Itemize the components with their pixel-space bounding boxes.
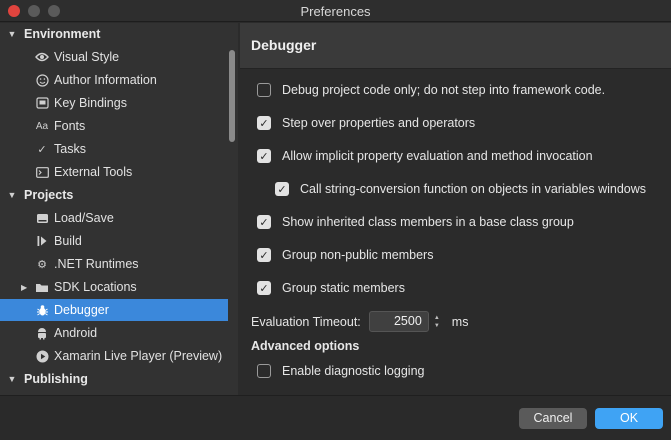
- play-icon: [34, 348, 50, 364]
- dialog-footer: Cancel OK: [0, 395, 671, 440]
- category-label: Environment: [24, 27, 101, 41]
- sidebar-item-label: SDK Locations: [54, 280, 137, 294]
- sidebar-item-label: Fonts: [54, 119, 86, 133]
- category-publishing[interactable]: ▼ Publishing: [0, 368, 228, 390]
- checkbox[interactable]: ✓: [257, 281, 271, 295]
- android-icon: [34, 325, 50, 341]
- category-environment[interactable]: ▼ Environment: [0, 23, 228, 45]
- checkbox[interactable]: [257, 83, 271, 97]
- sidebar-item-load-save[interactable]: Load/Save: [0, 207, 228, 229]
- stepper-down-icon[interactable]: ▼: [434, 322, 440, 330]
- sidebar-item-key-bindings[interactable]: Key Bindings: [0, 92, 228, 114]
- cancel-button[interactable]: Cancel: [519, 408, 587, 429]
- option-label: Group static members: [282, 281, 405, 295]
- checkbox[interactable]: ✓: [275, 182, 289, 196]
- build-icon: [34, 233, 50, 249]
- disclosure-expanded-icon[interactable]: ▼: [0, 29, 24, 39]
- disclosure-expanded-icon[interactable]: ▼: [0, 374, 24, 384]
- option-debug-project-code-only[interactable]: Debug project code only; do not step int…: [257, 83, 605, 97]
- option-show-inherited-members[interactable]: ✓ Show inherited class members in a base…: [257, 215, 574, 229]
- bug-icon: [34, 302, 50, 318]
- option-label: Call string-conversion function on objec…: [300, 182, 647, 196]
- checkbox[interactable]: [257, 364, 271, 378]
- debugger-panel: Debugger Debug project code only; do not…: [240, 23, 671, 395]
- checkbox[interactable]: ✓: [257, 116, 271, 130]
- fonts-icon: Aa: [35, 120, 49, 132]
- sidebar-item-external-tools[interactable]: External Tools: [0, 161, 228, 183]
- sidebar-item-sdk-locations[interactable]: ▶ SDK Locations: [0, 276, 228, 298]
- option-label: Allow implicit property evaluation and m…: [282, 149, 593, 163]
- stepper-up-icon[interactable]: ▲: [434, 314, 440, 322]
- sidebar-item-label: Author Information: [54, 73, 157, 87]
- eye-icon: [34, 49, 50, 65]
- sidebar-item-xamarin-live-player[interactable]: Xamarin Live Player (Preview): [0, 345, 228, 367]
- sidebar-item-label: Xamarin Live Player (Preview): [54, 349, 223, 363]
- checkbox[interactable]: ✓: [257, 248, 271, 262]
- option-group-non-public[interactable]: ✓ Group non-public members: [257, 248, 433, 262]
- option-label: Step over properties and operators: [282, 116, 476, 130]
- ok-button[interactable]: OK: [595, 408, 663, 429]
- category-label: Publishing: [24, 372, 88, 386]
- sidebar-item-label: Load/Save: [54, 211, 114, 225]
- gear-icon: ⚙: [37, 258, 47, 271]
- drive-icon: [34, 210, 50, 226]
- sidebar-item-build[interactable]: Build: [0, 230, 228, 252]
- checkbox[interactable]: ✓: [257, 149, 271, 163]
- sidebar-item-visual-style[interactable]: Visual Style: [0, 46, 228, 68]
- terminal-icon: [34, 164, 50, 180]
- option-call-string-conversion[interactable]: ✓ Call string-conversion function on obj…: [275, 182, 646, 196]
- option-enable-diagnostic-logging[interactable]: Enable diagnostic logging: [257, 364, 424, 378]
- timeout-input[interactable]: 2500: [368, 311, 429, 332]
- evaluation-timeout-row: Evaluation Timeout: 2500 ▲ ▼ ms: [251, 311, 468, 332]
- checkbox[interactable]: ✓: [257, 215, 271, 229]
- sidebar-item-label: Tasks: [54, 142, 86, 156]
- option-label: Show inherited class members in a base c…: [282, 215, 574, 229]
- timeout-unit: ms: [451, 314, 469, 329]
- sidebar-scrollbar[interactable]: [229, 50, 235, 142]
- option-label: Group non-public members: [282, 248, 434, 262]
- sidebar-item-tasks[interactable]: ✓ Tasks: [0, 138, 228, 160]
- sidebar-item-fonts[interactable]: Aa Fonts: [0, 115, 228, 137]
- smiley-icon: [34, 72, 50, 88]
- timeout-stepper[interactable]: ▲ ▼: [431, 311, 443, 332]
- disclosure-collapsed-icon[interactable]: ▶: [21, 283, 27, 292]
- disclosure-expanded-icon[interactable]: ▼: [0, 190, 24, 200]
- sidebar-item-label: Visual Style: [54, 50, 120, 64]
- sidebar-item-debugger[interactable]: Debugger: [0, 299, 228, 321]
- sidebar-item-label: External Tools: [54, 165, 133, 179]
- option-label: Enable diagnostic logging: [282, 364, 425, 378]
- sidebar-item-label: Android: [54, 326, 98, 340]
- sidebar-item-android[interactable]: Android: [0, 322, 228, 344]
- advanced-options-heading: Advanced options: [251, 339, 360, 353]
- option-label: Debug project code only; do not step int…: [282, 83, 606, 97]
- option-allow-implicit-evaluation[interactable]: ✓ Allow implicit property evaluation and…: [257, 149, 593, 163]
- folder-icon: [34, 279, 50, 295]
- title-bar: Preferences: [0, 0, 671, 22]
- option-step-over-properties[interactable]: ✓ Step over properties and operators: [257, 116, 475, 130]
- category-label: Projects: [24, 188, 74, 202]
- sidebar-item-author-information[interactable]: Author Information: [0, 69, 228, 91]
- option-group-static[interactable]: ✓ Group static members: [257, 281, 405, 295]
- window-title: Preferences: [300, 4, 371, 19]
- sidebar-item-label: .NET Runtimes: [54, 257, 139, 271]
- checkmark-icon: ✓: [37, 143, 47, 156]
- sidebar-item-label: Build: [54, 234, 82, 248]
- keyboard-icon: [34, 95, 50, 111]
- timeout-label: Evaluation Timeout:: [251, 314, 361, 329]
- category-projects[interactable]: ▼ Projects: [0, 184, 228, 206]
- sidebar-item-label: Debugger: [54, 303, 109, 317]
- sidebar-item-label: Key Bindings: [54, 96, 127, 110]
- sidebar-item-net-runtimes[interactable]: ⚙ .NET Runtimes: [0, 253, 228, 275]
- panel-header: Debugger: [240, 23, 671, 69]
- page-title: Debugger: [251, 37, 317, 53]
- sidebar: ▼ Environment Visual Style Author Inform…: [0, 23, 238, 395]
